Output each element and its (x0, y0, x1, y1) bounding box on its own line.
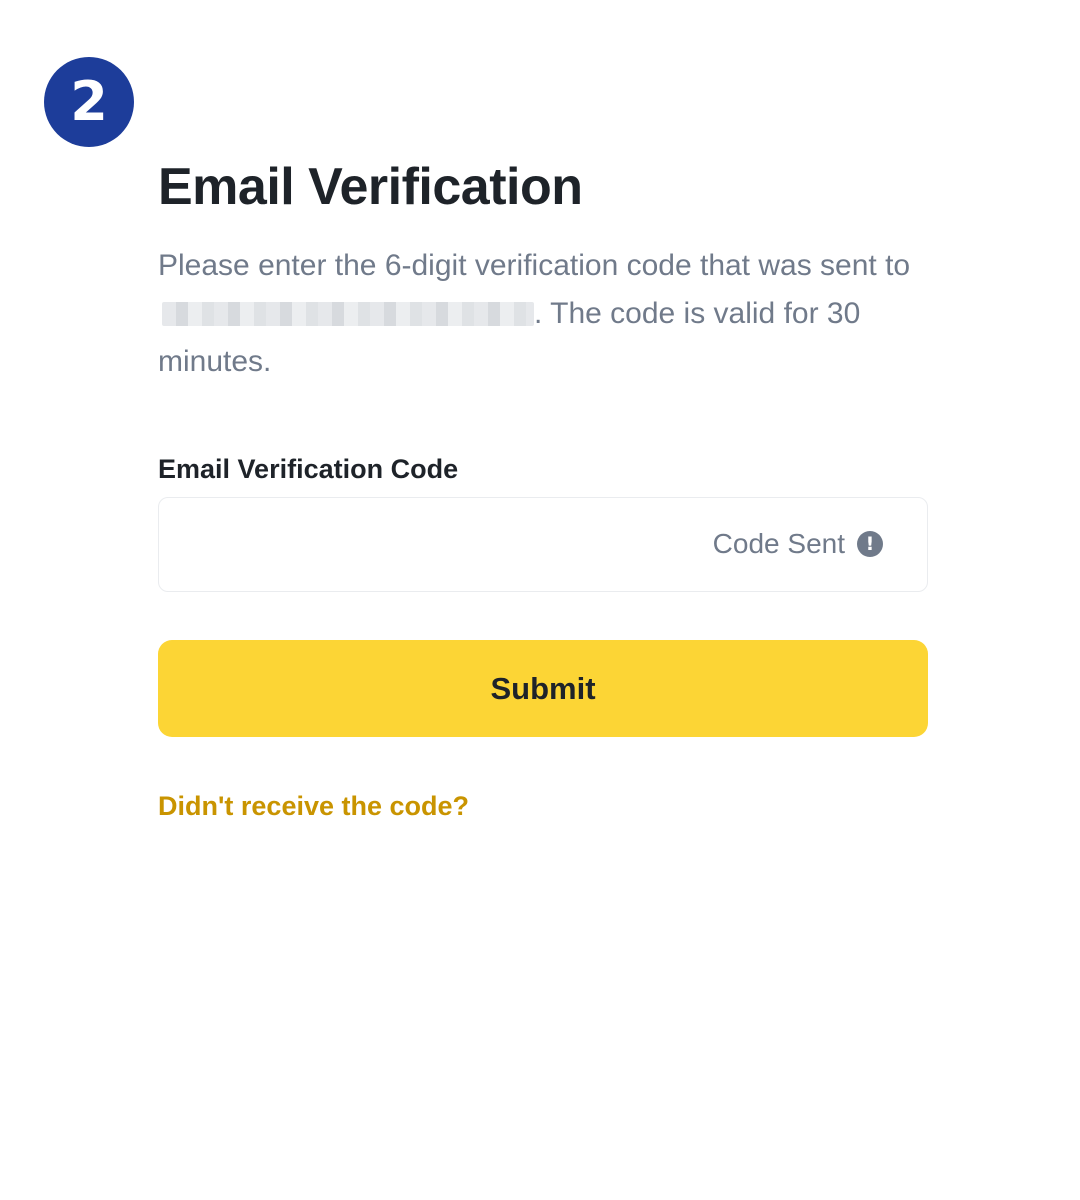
resend-code-link[interactable]: Didn't receive the code? (158, 786, 469, 826)
exclamation-circle-icon[interactable]: ! (857, 531, 883, 557)
step-number-badge: 2 (44, 57, 134, 147)
email-code-field: Code Sent ! (158, 497, 928, 592)
submit-button[interactable]: Submit (158, 640, 928, 737)
code-sent-status: Code Sent ! (713, 498, 883, 590)
email-code-label: Email Verification Code (158, 454, 459, 484)
redacted-email-address (162, 302, 534, 326)
page-title: Email Verification (158, 158, 583, 216)
code-sent-label: Code Sent (712, 528, 845, 559)
instructions-text-start: Please enter the 6-digit verification co… (158, 249, 911, 282)
email-code-input[interactable] (159, 498, 727, 590)
verification-instructions: Please enter the 6-digit verification co… (158, 242, 918, 386)
